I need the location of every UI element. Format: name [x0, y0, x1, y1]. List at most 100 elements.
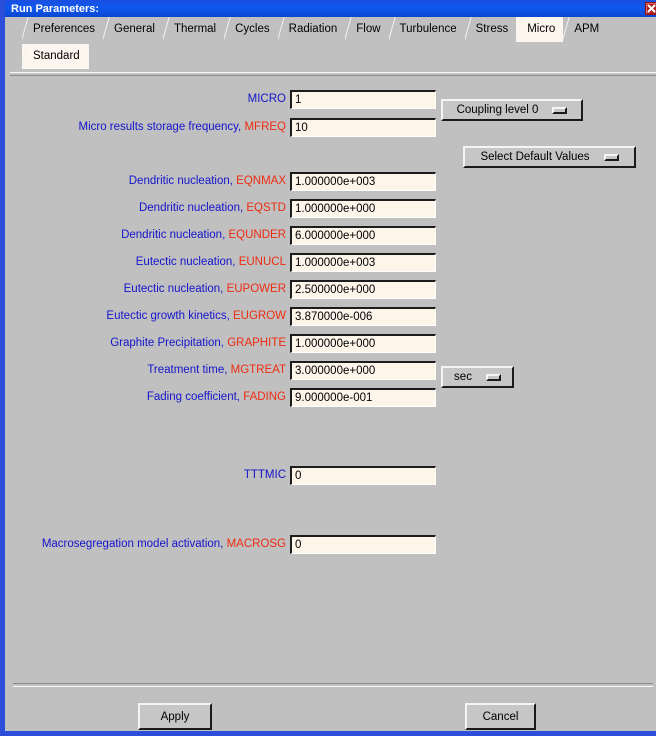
tab-radiation[interactable]: Radiation — [277, 17, 347, 42]
treatment-time-units-option-menu[interactable]: sec — [441, 366, 514, 388]
input-macrosg[interactable]: 0 — [290, 535, 436, 554]
tab-edge-highlight — [389, 17, 398, 42]
input-value: 0 — [295, 469, 302, 482]
field-label-description: Micro results storage frequency, — [78, 121, 242, 133]
field-label-eugrow: Eutectic growth kinetics, EUGROW — [13, 307, 286, 326]
field-label-tttmic: TTTMIC — [13, 466, 286, 485]
coupling-level-label: Coupling level 0 — [456, 104, 539, 116]
tab-edge-slant — [606, 17, 616, 42]
tab-apm[interactable]: APM — [563, 17, 609, 42]
input-mgtreat[interactable]: 3.000000e+000 — [290, 361, 436, 380]
treatment-time-units-label: sec — [454, 371, 472, 383]
field-label-variable: EUGROW — [232, 310, 286, 322]
select-default-values-option-menu[interactable]: Select Default Values — [463, 146, 636, 168]
window-client-area: Preferences General Thermal Cycles Radiation… — [10, 17, 656, 731]
input-value: 9.000000e-001 — [295, 391, 373, 404]
field-label-variable: EQSTD — [246, 202, 286, 214]
field-label-variable: MFREQ — [244, 121, 286, 133]
close-icon[interactable] — [645, 2, 656, 15]
field-label-variable: MICRO — [247, 93, 286, 105]
tab-edge-highlight — [22, 17, 31, 42]
cancel-button[interactable]: Cancel — [465, 703, 536, 730]
field-label-mfreq: Micro results storage frequency, MFREQ — [13, 118, 286, 137]
input-eugrow[interactable]: 3.870000e-006 — [290, 307, 436, 326]
chevron-down-icon — [552, 106, 568, 114]
input-value: 3.000000e+000 — [295, 364, 376, 377]
tab-cycles[interactable]: Cycles — [224, 17, 279, 42]
input-value: 10 — [295, 121, 308, 134]
field-label-description: Treatment time, — [147, 364, 228, 376]
input-value: 1.000000e+003 — [295, 256, 376, 269]
tab-label: APM — [574, 23, 600, 35]
input-value: 3.870000e-006 — [295, 310, 373, 323]
input-graphite[interactable]: 1.000000e+000 — [290, 334, 436, 353]
input-mfreq[interactable]: 10 — [290, 118, 436, 137]
tab-edge-highlight — [563, 17, 572, 42]
input-value: 1.000000e+000 — [295, 337, 376, 350]
input-eupower[interactable]: 2.500000e+000 — [290, 280, 436, 299]
apply-button-label: Apply — [160, 710, 190, 723]
apply-button[interactable]: Apply — [138, 703, 212, 730]
field-label-description: Eutectic nucleation, — [123, 283, 224, 295]
chevron-down-icon — [485, 373, 501, 381]
tab-label: Thermal — [173, 23, 217, 35]
field-label-description: Eutectic growth kinetics, — [106, 310, 230, 322]
field-label-fading: Fading coefficient, FADING — [13, 388, 286, 407]
tab-label: Turbulence — [399, 23, 457, 35]
tab-label: Preferences — [33, 23, 96, 35]
input-equnder[interactable]: 6.000000e+000 — [290, 226, 436, 245]
field-label-description: Eutectic nucleation, — [135, 256, 236, 268]
tab-edge-highlight — [465, 17, 474, 42]
tab-edge-highlight — [345, 17, 354, 42]
run-parameters-window: Run Parameters: Preferences General Therma… — [0, 0, 656, 736]
field-label-variable: EQUNDER — [228, 229, 286, 241]
tab-preferences[interactable]: Preferences — [22, 17, 105, 42]
chevron-down-icon — [603, 153, 619, 161]
window-titlebar: Run Parameters: — [5, 0, 656, 17]
input-tttmic[interactable]: 0 — [290, 466, 436, 485]
tab-edge-slant — [87, 44, 97, 69]
field-label-variable: MGTREAT — [230, 364, 286, 376]
tab-turbulence[interactable]: Turbulence — [388, 17, 466, 42]
tab-bar-secondary: Standard — [22, 44, 656, 72]
input-value: 1.000000e+000 — [295, 202, 376, 215]
coupling-level-option-menu[interactable]: Coupling level 0 — [441, 99, 583, 121]
field-label-graphite: Graphite Precipitation, GRAPHITE — [13, 334, 286, 353]
input-eunucl[interactable]: 1.000000e+003 — [290, 253, 436, 272]
field-label-description: Graphite Precipitation, — [110, 337, 224, 349]
field-label-variable: MACROSG — [226, 538, 286, 550]
field-label-eqnmax: Dendritic nucleation, EQNMAX — [13, 172, 286, 191]
input-micro[interactable]: 1 — [290, 90, 436, 109]
field-label-description: Macrosegregation model activation, — [41, 538, 224, 550]
tab-label: General — [114, 23, 155, 35]
tab-general[interactable]: General — [103, 17, 164, 42]
input-fading[interactable]: 9.000000e-001 — [290, 388, 436, 407]
field-label-variable: GRAPHITE — [227, 337, 286, 349]
tab-edge-highlight — [163, 17, 172, 42]
input-eqstd[interactable]: 1.000000e+000 — [290, 199, 436, 218]
tab-standard[interactable]: Standard — [22, 44, 89, 69]
field-label-description: Dendritic nucleation, — [138, 202, 244, 214]
select-default-values-label: Select Default Values — [480, 151, 590, 163]
tab-flow[interactable]: Flow — [345, 17, 390, 42]
field-label-variable: EUPOWER — [226, 283, 286, 295]
input-value: 1.000000e+003 — [295, 175, 376, 188]
dialog-footer: Apply Cancel — [10, 685, 656, 731]
field-label-variable: FADING — [243, 391, 286, 403]
field-label-description: Fading coefficient, — [146, 391, 240, 403]
field-label-micro: MICRO — [13, 90, 286, 109]
window-title: Run Parameters: — [11, 2, 100, 15]
field-label-equnder: Dendritic nucleation, EQUNDER — [13, 226, 286, 245]
field-label-variable: TTTMIC — [243, 469, 286, 481]
input-eqnmax[interactable]: 1.000000e+003 — [290, 172, 436, 191]
field-label-eunucl: Eutectic nucleation, EUNUCL — [13, 253, 286, 272]
field-label-macrosg: Macrosegregation model activation, MACRO… — [13, 535, 286, 554]
input-value: 6.000000e+000 — [295, 229, 376, 242]
tab-thermal[interactable]: Thermal — [162, 17, 226, 42]
field-label-mgtreat: Treatment time, MGTREAT — [13, 361, 286, 380]
tab-stress[interactable]: Stress — [464, 17, 518, 42]
tab-label: Standard — [33, 50, 80, 62]
tab-micro[interactable]: Micro — [516, 17, 565, 42]
tab-label: Radiation — [288, 23, 338, 35]
tab-edge-highlight — [224, 17, 233, 42]
